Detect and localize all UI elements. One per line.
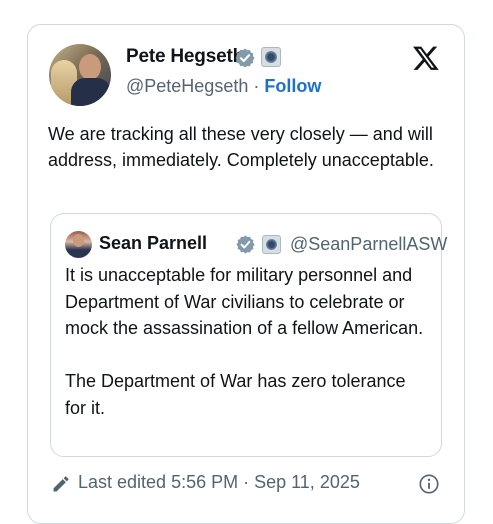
quoted-verified-badge-icon bbox=[236, 235, 255, 254]
author-handle[interactable]: @PeteHegseth bbox=[126, 76, 248, 96]
quoted-author-name[interactable]: Sean Parnell bbox=[99, 233, 207, 254]
tweet-footer: Last edited 5:56 PM · Sep 11, 2025 bbox=[50, 471, 442, 497]
quoted-paragraph: The Department of War has zero tolerance… bbox=[65, 371, 406, 418]
avatar-person-head bbox=[79, 54, 101, 80]
quoted-government-affiliation-icon bbox=[262, 235, 281, 254]
info-icon[interactable] bbox=[418, 473, 440, 495]
quoted-tweet-text: It is unacceptable for military personne… bbox=[65, 262, 431, 421]
government-affiliation-icon bbox=[261, 47, 281, 67]
quoted-paragraph: It is unacceptable for military personne… bbox=[65, 265, 424, 338]
quoted-author-handle[interactable]: @SeanParnellASW bbox=[290, 234, 447, 255]
avatar-person-suit bbox=[71, 78, 111, 106]
tweet-card[interactable]: Pete Hegseth @PeteHegseth · Follow We ar… bbox=[27, 24, 465, 524]
verified-badge-icon bbox=[235, 48, 255, 68]
quoted-tweet[interactable]: Sean Parnell @SeanParnellASW It is unacc… bbox=[50, 213, 447, 457]
author-name[interactable]: Pete Hegseth bbox=[126, 46, 244, 68]
tweet-text: We are tracking all these very closely —… bbox=[48, 124, 434, 170]
author-handle-line: @PeteHegseth · Follow bbox=[126, 76, 321, 97]
x-logo-icon[interactable] bbox=[412, 44, 440, 72]
follow-button[interactable]: Follow bbox=[264, 76, 321, 96]
handle-separator: · bbox=[253, 76, 260, 96]
last-edited-timestamp[interactable]: Last edited 5:56 PM · Sep 11, 2025 bbox=[78, 472, 360, 493]
author-avatar[interactable] bbox=[49, 44, 111, 106]
pencil-icon bbox=[53, 476, 69, 492]
quoted-author-avatar[interactable] bbox=[65, 231, 92, 258]
